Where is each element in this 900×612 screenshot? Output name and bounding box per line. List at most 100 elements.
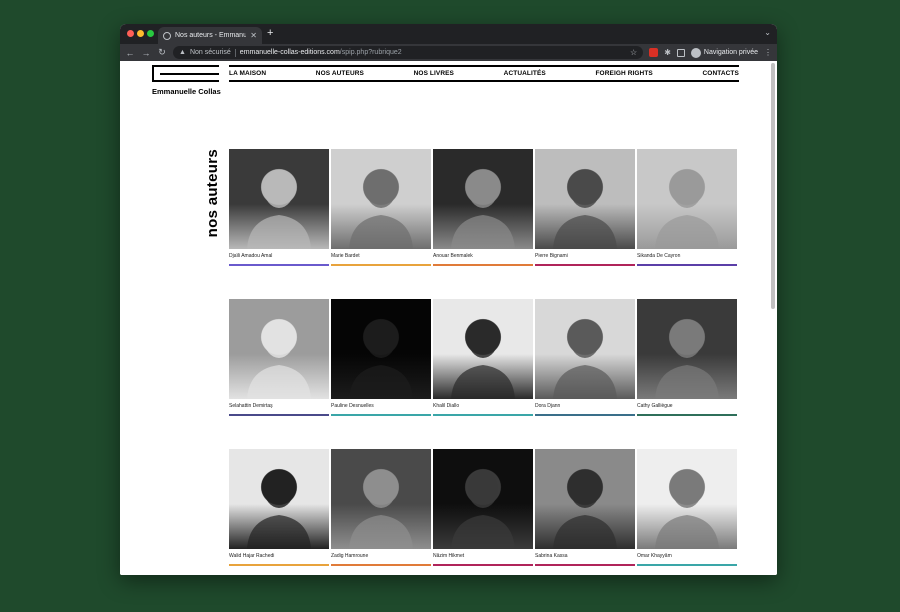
author-card[interactable]: Khalil Diallo — [433, 299, 533, 449]
author-card[interactable]: Sikanda De Cayron — [637, 149, 737, 299]
portrait-head — [366, 170, 396, 208]
author-name[interactable]: Anouar Benmalek — [433, 253, 533, 260]
tab-close-icon[interactable]: ✕ — [250, 31, 257, 40]
extensions-puzzle-icon[interactable]: ✱ — [664, 48, 671, 57]
author-photo[interactable] — [331, 299, 431, 399]
author-photo[interactable] — [637, 449, 737, 549]
author-grid: Djaïli Amadou Amal Marie Bardet Anouar Ben… — [229, 149, 739, 575]
author-photo[interactable] — [535, 149, 635, 249]
author-card[interactable]: Dora Djann — [535, 299, 635, 449]
back-arrow-icon[interactable]: ← — [125, 48, 135, 58]
author-card[interactable]: Sabrina Kassa — [535, 449, 635, 575]
author-name[interactable]: Marie Bardet — [331, 253, 431, 260]
author-accent-rule — [637, 564, 737, 566]
author-name[interactable]: Sabrina Kassa — [535, 553, 635, 560]
author-name[interactable]: Pierre Bignami — [535, 253, 635, 260]
portrait-shoulders — [655, 365, 719, 399]
tab-search-icon[interactable]: ⌄ — [764, 28, 771, 37]
nav-nos-livres[interactable]: NOS LIVRES — [414, 70, 454, 77]
close-window-button[interactable] — [127, 30, 134, 37]
author-name[interactable]: Sikanda De Cayron — [637, 253, 737, 260]
author-name[interactable]: Walid Hajar Rachedi — [229, 553, 329, 560]
nav-nos-auteurs[interactable]: NOS AUTEURS — [316, 70, 364, 77]
author-photo[interactable] — [535, 449, 635, 549]
author-card[interactable]: Walid Hajar Rachedi — [229, 449, 329, 575]
minimize-window-button[interactable] — [137, 30, 144, 37]
portrait-silhouette — [247, 320, 311, 399]
portrait-head — [672, 470, 702, 508]
portrait-head — [672, 320, 702, 358]
author-card[interactable]: Nâzim Hikmet — [433, 449, 533, 575]
portrait-silhouette — [349, 320, 413, 399]
portrait-shoulders — [349, 215, 413, 249]
nav-foreign-rights[interactable]: FOREIGH RIGHTS — [595, 70, 652, 77]
author-photo[interactable] — [229, 149, 329, 249]
portrait-shoulders — [451, 365, 515, 399]
author-card[interactable]: Cathy Galliègue — [637, 299, 737, 449]
forward-arrow-icon[interactable]: → — [141, 48, 151, 58]
nav-contacts[interactable]: CONTACTS — [703, 70, 739, 77]
browser-toolbar: ← → ↻ ▲ Non sécurisé emmanuelle-collas-e… — [120, 44, 777, 61]
portrait-silhouette — [655, 470, 719, 549]
nav-actualites[interactable]: ACTUALITÉS — [504, 70, 546, 77]
author-name[interactable]: Omar Khayyâm — [637, 553, 737, 560]
author-photo[interactable] — [637, 149, 737, 249]
author-accent-rule — [331, 264, 431, 266]
browser-menu-icon[interactable]: ⋮ — [764, 48, 772, 57]
main-nav: LA MAISON NOS AUTEURS NOS LIVRES ACTUALI… — [229, 65, 739, 82]
private-browsing-profile[interactable]: Navigation privée — [690, 47, 758, 58]
browser-window: Nos auteurs - Emmanuelle Colla ✕ + ⌄ ← →… — [120, 24, 777, 575]
site-logo-mark[interactable] — [152, 65, 219, 82]
author-photo[interactable] — [229, 449, 329, 549]
portrait-shoulders — [349, 365, 413, 399]
browser-tab[interactable]: Nos auteurs - Emmanuelle Colla ✕ — [158, 27, 262, 44]
scrollbar-thumb[interactable] — [771, 63, 775, 309]
author-photo[interactable] — [433, 449, 533, 549]
author-name[interactable]: Nâzim Hikmet — [433, 553, 533, 560]
address-bar[interactable]: ▲ Non sécurisé emmanuelle-collas-edition… — [173, 46, 644, 59]
author-accent-rule — [535, 264, 635, 266]
author-card[interactable]: Zadig Hamroune — [331, 449, 431, 575]
author-row: Djaïli Amadou Amal Marie Bardet Anouar Ben… — [229, 149, 739, 299]
author-photo[interactable] — [433, 299, 533, 399]
warning-icon[interactable]: ▲ — [179, 49, 186, 56]
portrait-shoulders — [247, 515, 311, 549]
author-name[interactable]: Cathy Galliègue — [637, 403, 737, 410]
side-panel-icon[interactable] — [676, 48, 685, 57]
not-secure-label[interactable]: Non sécurisé — [190, 49, 231, 56]
author-name[interactable]: Pauline Desnuelles — [331, 403, 431, 410]
site-logo-text[interactable]: Emmanuelle Collas — [152, 87, 221, 96]
author-card[interactable]: Djaïli Amadou Amal — [229, 149, 329, 299]
author-card[interactable]: Pierre Bignami — [535, 149, 635, 299]
author-card[interactable]: Anouar Benmalek — [433, 149, 533, 299]
author-photo[interactable] — [331, 149, 431, 249]
author-name[interactable]: Djaïli Amadou Amal — [229, 253, 329, 260]
url-text[interactable]: emmanuelle-collas-editions.com/spip.php?… — [240, 49, 626, 56]
new-tab-button[interactable]: + — [267, 27, 273, 39]
extension-icon[interactable] — [649, 48, 659, 57]
author-card[interactable]: Pauline Desnuelles — [331, 299, 431, 449]
portrait-silhouette — [349, 170, 413, 249]
reload-icon[interactable]: ↻ — [157, 47, 167, 58]
nav-la-maison[interactable]: LA MAISON — [229, 70, 266, 77]
author-name[interactable]: Zadig Hamroune — [331, 553, 431, 560]
author-photo[interactable] — [535, 299, 635, 399]
author-accent-rule — [433, 414, 533, 416]
author-photo[interactable] — [433, 149, 533, 249]
portrait-shoulders — [655, 215, 719, 249]
maximize-window-button[interactable] — [147, 30, 154, 37]
author-card[interactable]: Selahattin Demirtaş — [229, 299, 329, 449]
author-card[interactable]: Marie Bardet — [331, 149, 431, 299]
author-row: Walid Hajar Rachedi Zadig Hamroune Nâzim H… — [229, 449, 739, 575]
author-photo[interactable] — [229, 299, 329, 399]
author-photo[interactable] — [637, 299, 737, 399]
author-name[interactable]: Dora Djann — [535, 403, 635, 410]
author-card[interactable]: Omar Khayyâm — [637, 449, 737, 575]
bookmark-star-icon[interactable]: ☆ — [630, 48, 637, 57]
portrait-head — [672, 170, 702, 208]
author-photo[interactable] — [331, 449, 431, 549]
author-name[interactable]: Khalil Diallo — [433, 403, 533, 410]
author-name[interactable]: Selahattin Demirtaş — [229, 403, 329, 410]
portrait-shoulders — [451, 515, 515, 549]
portrait-silhouette — [451, 470, 515, 549]
